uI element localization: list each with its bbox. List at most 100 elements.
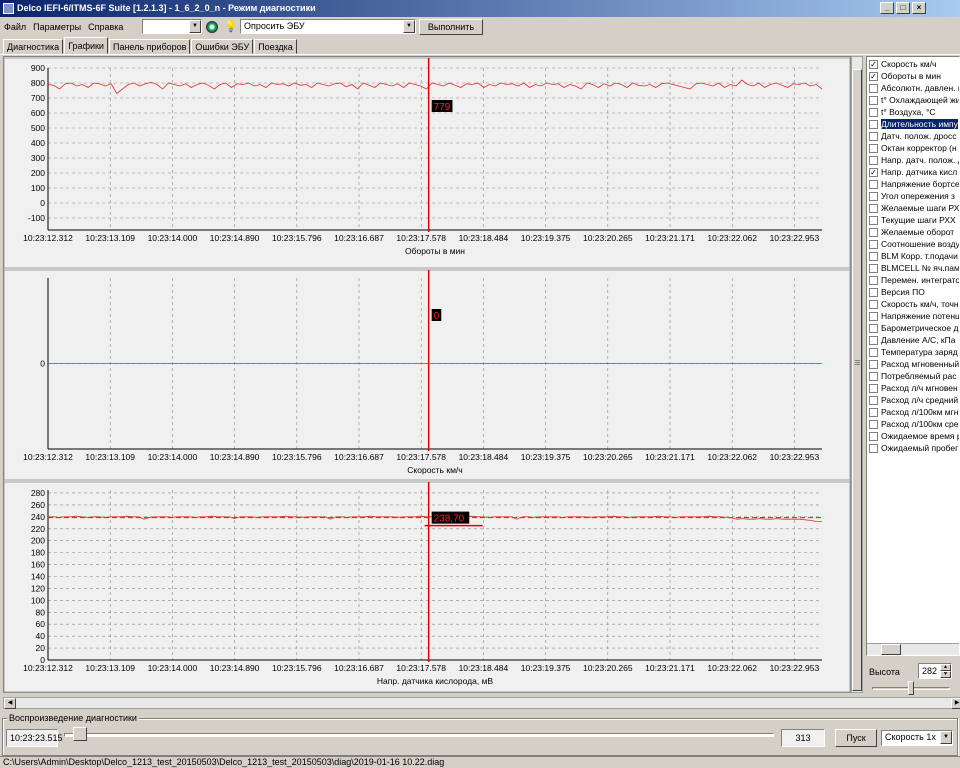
chevron-down-icon[interactable]: ▼ [403, 20, 415, 33]
tab-trip[interactable]: Поездка [254, 39, 297, 54]
parameter-checkbox[interactable] [869, 360, 878, 369]
parameter-checkbox[interactable] [869, 240, 878, 249]
maximize-button[interactable]: □ [896, 2, 910, 14]
scrollbar-thumb[interactable] [852, 69, 862, 691]
parameter-item[interactable]: t° Воздуха, °C [869, 107, 959, 119]
parameter-item[interactable]: BLMCELL № яч.пам [869, 263, 959, 275]
parameter-item[interactable]: Ожидаемое время р [869, 431, 959, 443]
scrollbar-thumb[interactable] [881, 644, 901, 655]
parameter-item[interactable]: Длительность импу [869, 119, 959, 131]
scroll-right-icon[interactable]: ▶ [951, 698, 960, 709]
parameter-checkbox[interactable] [869, 420, 878, 429]
start-button[interactable]: Пуск [835, 729, 877, 747]
chevron-down-icon[interactable]: ▼ [189, 20, 201, 33]
command-select[interactable]: Опросить ЭБУ ▼ [240, 19, 416, 34]
parameter-checkbox[interactable] [869, 120, 878, 129]
parameter-item[interactable]: Соотношение возду [869, 239, 959, 251]
menu-parameters[interactable]: Параметры [33, 22, 81, 32]
execute-button[interactable]: Выполнить [419, 19, 483, 35]
menu-help[interactable]: Справка [88, 22, 123, 32]
parameter-item[interactable]: ✓ Скорость км/ч [869, 59, 959, 71]
parameter-checkbox[interactable] [869, 84, 878, 93]
parameter-checkbox[interactable] [869, 180, 878, 189]
minimize-button[interactable]: _ [880, 2, 894, 14]
parameter-item[interactable]: Расход л/ч мгновен [869, 383, 959, 395]
parameter-item[interactable]: Напряжение потенц [869, 311, 959, 323]
parameter-list[interactable]: ✓ Скорость км/ч ✓ Обороты в мин Абсолютн. да… [866, 56, 960, 656]
parameter-checkbox[interactable] [869, 348, 878, 357]
parameter-item[interactable]: Ожидаемый пробег [869, 443, 959, 455]
spinner-down-icon[interactable]: ▼ [940, 671, 951, 678]
parameter-list-horizontal-scrollbar[interactable] [867, 643, 959, 655]
parameter-checkbox[interactable] [869, 288, 878, 297]
parameter-item[interactable]: Температура заряд [869, 347, 959, 359]
parameter-checkbox[interactable] [869, 396, 878, 405]
parameter-checkbox[interactable]: ✓ [869, 60, 878, 69]
parameter-checkbox[interactable] [869, 264, 878, 273]
tab-diagnostics[interactable]: Диагностика [3, 39, 64, 54]
parameter-checkbox[interactable] [869, 372, 878, 381]
parameter-item[interactable]: t° Охлаждающей жи [869, 95, 959, 107]
scroll-left-icon[interactable]: ◀ [4, 698, 16, 709]
tab-dashboard[interactable]: Панель приборов [108, 39, 191, 54]
charts-vertical-scrollbar[interactable] [851, 56, 863, 693]
parameter-item[interactable]: Перемен. интеграто [869, 275, 959, 287]
parameter-checkbox[interactable] [869, 384, 878, 393]
parameter-checkbox[interactable] [869, 228, 878, 237]
parameter-checkbox[interactable] [869, 444, 878, 453]
menu-file[interactable]: Файл [4, 22, 26, 32]
parameter-item[interactable]: BLM Корр. т.подачи [869, 251, 959, 263]
tab-graphs[interactable]: Графики [64, 37, 108, 54]
parameter-checkbox[interactable] [869, 300, 878, 309]
parameter-checkbox[interactable] [869, 216, 878, 225]
close-button[interactable]: × [912, 2, 926, 14]
parameter-item[interactable]: Скорость км/ч, точн [869, 299, 959, 311]
parameter-item[interactable]: Давление А/С, кПа [869, 335, 959, 347]
parameter-checkbox[interactable] [869, 108, 878, 117]
height-value[interactable]: 282 [922, 666, 937, 676]
parameter-item[interactable]: Датч. полож. дросс [869, 131, 959, 143]
parameter-item[interactable]: Текущие шаги РХХ [869, 215, 959, 227]
port-select[interactable]: ▼ [142, 19, 202, 34]
parameter-item[interactable]: Версия ПО [869, 287, 959, 299]
playback-thumb[interactable] [72, 727, 87, 741]
parameter-item[interactable]: Расход л/ч средний [869, 395, 959, 407]
height-spinner[interactable]: 282 ▲ ▼ [918, 663, 952, 679]
parameter-checkbox[interactable] [869, 324, 878, 333]
parameter-checkbox[interactable]: ✓ [869, 168, 878, 177]
parameter-item[interactable]: Желаемые оборот [869, 227, 959, 239]
parameter-item[interactable]: Абсолютн. давлен. в [869, 83, 959, 95]
charts-area[interactable]: 900 800 700 600 500 400 300 200 100 0 -100 10:23:12… [3, 56, 851, 693]
parameter-item[interactable]: Потребляемый рас [869, 371, 959, 383]
playback-track[interactable] [64, 733, 774, 737]
parameter-item[interactable]: Желаемые шаги РХ [869, 203, 959, 215]
parameter-item[interactable]: Расход мгновенный [869, 359, 959, 371]
parameter-checkbox[interactable] [869, 96, 878, 105]
parameter-checkbox[interactable] [869, 156, 878, 165]
charts-horizontal-scrollbar[interactable]: ◀ ▶ [3, 697, 960, 709]
chevron-down-icon[interactable]: ▼ [940, 731, 952, 744]
parameter-checkbox[interactable] [869, 252, 878, 261]
parameter-item[interactable]: Напр. датч. полож. д [869, 155, 959, 167]
parameter-checkbox[interactable] [869, 204, 878, 213]
speed-select[interactable]: Скорость 1х ▼ [881, 730, 953, 746]
parameter-checkbox[interactable] [869, 408, 878, 417]
parameter-item[interactable]: ✓ Напр. датчика кисл [869, 167, 959, 179]
tab-ecu-errors[interactable]: Ошибки ЭБУ [191, 39, 254, 54]
parameter-checkbox[interactable] [869, 336, 878, 345]
parameter-item[interactable]: Октан корректор (н [869, 143, 959, 155]
parameter-checkbox[interactable] [869, 432, 878, 441]
parameter-checkbox[interactable] [869, 312, 878, 321]
height-slider-thumb[interactable] [908, 681, 914, 695]
parameter-checkbox[interactable]: ✓ [869, 72, 878, 81]
parameter-item[interactable]: Угол опережения з [869, 191, 959, 203]
parameter-item[interactable]: ✓ Обороты в мин [869, 71, 959, 83]
parameter-item[interactable]: Напряжение бортсе [869, 179, 959, 191]
parameter-checkbox[interactable] [869, 144, 878, 153]
lightbulb-icon[interactable]: 💡 [224, 20, 238, 34]
parameter-checkbox[interactable] [869, 132, 878, 141]
spinner-up-icon[interactable]: ▲ [940, 664, 951, 671]
parameter-checkbox[interactable] [869, 276, 878, 285]
parameter-checkbox[interactable] [869, 192, 878, 201]
parameter-item[interactable]: Барометрическое д [869, 323, 959, 335]
